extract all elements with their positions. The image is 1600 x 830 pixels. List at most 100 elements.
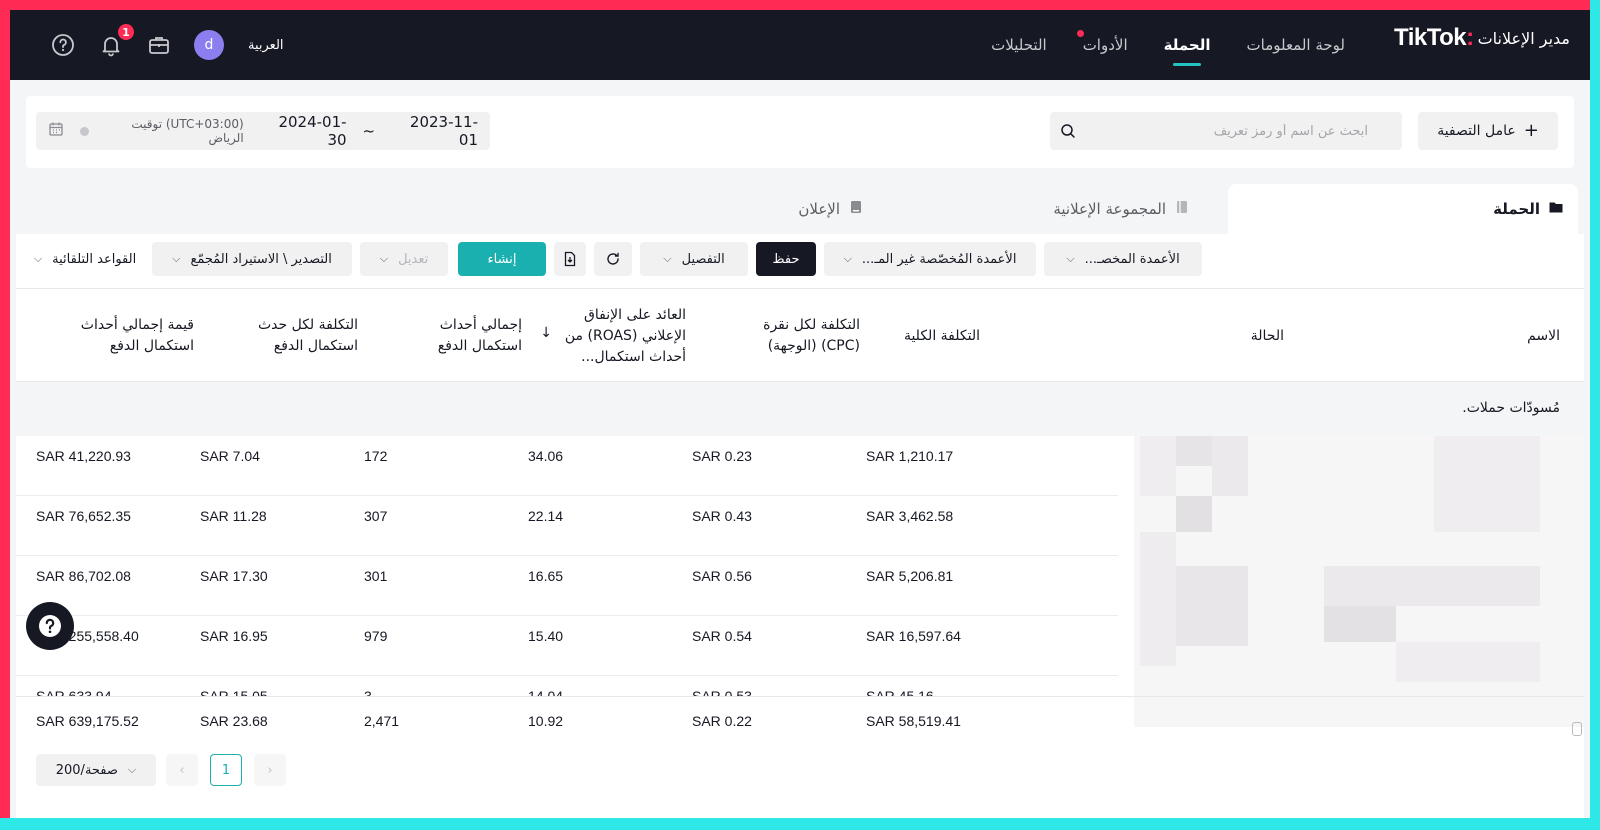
nav-analytics[interactable]: التحليلات [991,10,1047,80]
language-switch[interactable]: العربية [248,38,284,53]
tab-adgroup-label: المجموعة الإعلانية [1053,200,1166,218]
nav-tools[interactable]: الأدوات [1076,10,1128,80]
col-cost-per-purchase[interactable]: التكلفة لكل حدث استكمال الدفع [228,289,358,383]
total-purchase-value: SAR 639,175.52 [36,713,139,729]
chevron-down-icon: ⌵ [127,763,137,776]
cell-cpc: SAR 0.53 [692,688,752,696]
chevron-down-icon: ⌵ [663,252,672,265]
save-button[interactable]: حفظ [756,242,816,276]
unsaved-columns-label: الأعمدة المُخصّصة غير المـ... [861,251,1017,267]
col-cpc[interactable]: التكلفة لكل نقرة (CPC) (الوجهة) [730,289,860,383]
cell-cpc: SAR 0.54 [692,628,752,644]
cell-total-cost: SAR 3,462.58 [866,508,954,524]
cell-cost-per-purchase: SAR 11.28 [200,508,267,524]
table-row[interactable]: SAR 16,597.64 SAR 0.54 15.40 979 SAR 16.… [16,616,1118,676]
custom-columns-dropdown[interactable]: الأعمدة المخصـ... ⌵ [1044,242,1202,276]
date-range-picker[interactable]: 2023-11-01 ~ 2024-01-30 (UTC+03:00) توقي… [36,112,490,150]
export-file-button[interactable] [554,242,586,276]
automated-rules-dropdown[interactable]: القواعد التلقائية ⌵ [26,242,144,276]
level-tabs: الحملة المجموعة الإعلانية الإعلان [16,184,1584,234]
cell-cost-per-purchase: SAR 17.30 [200,568,268,584]
cell-purchases: 301 [364,568,388,584]
cell-purchase-value: SAR 76,652.35 [36,508,131,524]
help-icon[interactable] [50,32,76,58]
col-cpc-label: التكلفة لكل نقرة (CPC) (الوجهة) [763,317,860,354]
col-purchase-value-label: قيمة إجمالي أحداث استكمال الدفع [80,317,194,354]
col-roas[interactable]: العائد على الإنفاق الإعلاني (ROAS) من أح… [558,289,686,383]
avatar[interactable]: d [194,30,224,60]
search-box [1050,112,1402,150]
edit-dropdown[interactable]: تعديل ⌵ [360,242,448,276]
pagination: 200/صفحة ⌵ ‹ 1 › [16,754,616,790]
create-button[interactable]: إنشاء [458,242,546,276]
tab-adgroup[interactable]: المجموعة الإعلانية [1053,184,1190,234]
notification-bell-icon[interactable]: 1 [98,24,134,58]
page-size-select[interactable]: 200/صفحة ⌵ [36,754,156,786]
help-chat-button[interactable] [26,602,74,650]
tab-ad[interactable]: الإعلان [798,184,864,234]
cell-cpc: SAR 0.43 [692,508,752,524]
plus-icon: + [1523,120,1539,141]
total-cpc: SAR 0.22 [692,713,752,729]
new-indicator-dot [1076,30,1084,37]
add-filter-button[interactable]: + عامل التصفية [1418,112,1558,150]
table-toolbar: الأعمدة المخصـ... ⌵ الأعمدة المُخصّصة غير… [16,242,1584,278]
cell-purchases: 979 [364,628,388,644]
scroll-indicator[interactable] [1572,722,1582,736]
table-row[interactable]: SAR 3,462.58 SAR 0.43 22.14 307 SAR 11.2… [16,496,1118,556]
col-status-label: الحالة [1250,327,1284,344]
col-purchase-value[interactable]: قيمة إجمالي أحداث استكمال الدفع [54,289,194,383]
edit-label: تعديل [398,251,429,267]
prev-page-button[interactable]: ‹ [166,754,198,786]
nav-dashboard[interactable]: لوحة المعلومات [1247,10,1346,80]
cell-cost-per-purchase: SAR 7.04 [200,448,260,464]
chevron-down-icon: ⌵ [172,252,181,265]
cell-purchase-value: SAR 41,220.93 [36,448,131,464]
breakdown-dropdown[interactable]: التفصيل ⌵ [640,242,748,276]
timezone-label: (UTC+03:00) توقيت الرياض [80,117,244,145]
col-purchases[interactable]: إجمالي أحداث استكمال الدفع [392,289,522,383]
sort-descending-icon[interactable]: ↓ [540,325,552,341]
total-roas: 10.92 [528,713,564,729]
cell-purchase-value: SAR 633.94 [36,688,112,696]
tab-campaign[interactable]: الحملة [1228,184,1578,234]
top-utilities: 1 d العربية [50,10,284,80]
date-separator: ~ [362,122,376,140]
refresh-button[interactable] [594,242,632,276]
cell-total-cost: SAR 45.16 [866,688,934,696]
unsaved-columns-dropdown[interactable]: الأعمدة المُخصّصة غير المـ... ⌵ [824,242,1036,276]
timezone-text: (UTC+03:00) توقيت الرياض [131,117,244,145]
group-label: مُسودّات حملات. [1462,400,1560,416]
campaign-panel: الحملة المجموعة الإعلانية الإعلان الأعمد… [16,184,1584,818]
brand[interactable]: مدير الإعلانات TikTok: [1394,24,1570,52]
table-row[interactable]: SAR 5,206.81 SAR 0.56 16.65 301 SAR 17.3… [16,556,1118,616]
col-total-cost-label: التكلفة الكلية [903,327,980,344]
cell-roas: 15.40 [528,628,564,644]
calendar-icon [48,121,64,141]
cell-total-cost: SAR 1,210.17 [866,448,954,464]
filter-bar: + عامل التصفية 2023-11-01 ~ 2024-01-30 (… [26,96,1574,168]
cell-purchases: 172 [364,448,388,464]
logo-text: TikTok [1393,24,1467,51]
create-label: إنشاء [487,251,517,267]
table-row[interactable]: SAR 45.16 SAR 0.53 14.04 3 SAR 15.05 SAR… [16,676,1118,696]
col-name[interactable]: الاسم [1440,289,1560,383]
add-filter-label: عامل التصفية [1437,123,1516,139]
col-status[interactable]: الحالة [1164,289,1284,383]
nav-campaign[interactable]: الحملة [1164,10,1211,80]
page-number-button[interactable]: 1 [210,754,242,786]
search-input[interactable] [1062,123,1368,139]
draft-campaigns-group[interactable]: مُسودّات حملات. [16,382,1584,436]
redacted-names-area [1134,436,1584,696]
ads-manager-app: مدير الإعلانات TikTok: لوحة المعلومات ال… [10,10,1590,818]
adgroup-icon [1174,199,1190,219]
next-page-button[interactable]: › [254,754,286,786]
chevron-right-icon: › [267,762,273,778]
briefcase-icon[interactable] [146,32,172,58]
info-icon [80,126,89,136]
nav-tools-label: الأدوات [1082,36,1128,54]
folder-icon [1548,199,1564,219]
bulk-export-import-dropdown[interactable]: التصدير \ الاستيراد المُجمّع ⌵ [152,242,352,276]
export-file-icon [564,251,576,267]
table-row[interactable]: SAR 1,210.17 SAR 0.23 34.06 172 SAR 7.04… [16,436,1118,496]
